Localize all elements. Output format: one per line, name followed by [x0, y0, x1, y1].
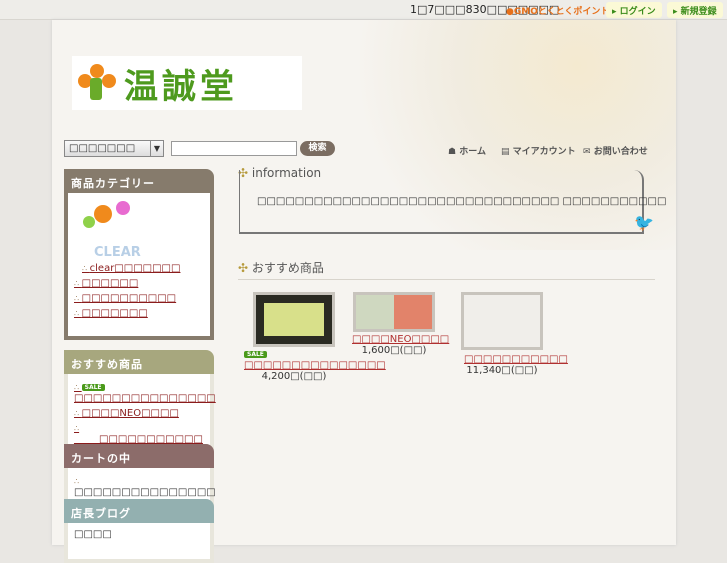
recommended-item[interactable]: SALE □□□□□□□□□□□□□□□	[74, 382, 216, 404]
product-image[interactable]	[353, 292, 435, 332]
home-icon: ☗	[448, 147, 457, 157]
recommended-item[interactable]: □□□□NEO□□□□	[74, 408, 204, 419]
product-image[interactable]	[253, 292, 335, 347]
register-button[interactable]: ▸ 新規登録	[667, 2, 723, 18]
product-image[interactable]	[461, 292, 543, 350]
product-card[interactable]: SALE □□□□□□□□□□□□□□□ 4,200□(□□)	[244, 292, 386, 382]
document-icon: ▤	[501, 147, 510, 157]
product-price: 11,340□(□□)	[466, 365, 538, 376]
blog-heading: 店長ブログ	[64, 499, 214, 523]
product-name[interactable]: □□□□□□□□□□□	[452, 354, 568, 365]
recommended-item[interactable]: _____□□□□□□□□□□□	[74, 423, 204, 445]
flower-logo-icon	[78, 64, 116, 102]
product-price: 4,200□(□□)	[261, 371, 327, 382]
blog-text: □□□□	[64, 523, 214, 563]
category-heading: 商品カテゴリー	[64, 169, 214, 193]
sale-badge: SALE	[244, 350, 267, 358]
recommended-heading: おすすめ商品	[64, 350, 214, 374]
blog-panel: 店長ブログ □□□□	[64, 499, 214, 563]
category-item[interactable]: □□□□□□□□□□	[74, 293, 204, 304]
page: 温誠堂 □□□□□□□ ▼ 検索 ☗ ホーム ▤ マイアカウント ✉ お問い合わせ…	[52, 20, 676, 563]
site-logo[interactable]: 温誠堂	[72, 56, 302, 110]
category-panel: 商品カテゴリー CLEAR clear□□□□□□□ □□□□□□ □□□□□□…	[64, 169, 214, 340]
category-item[interactable]: clear□□□□□□□	[74, 263, 204, 274]
category-select[interactable]: □□□□□□□ ▼	[64, 140, 164, 157]
category-item[interactable]: □□□□□□□	[74, 308, 204, 319]
bird-icon: 🐦	[634, 213, 654, 232]
search-button[interactable]: 検索	[300, 141, 335, 156]
nav-account[interactable]: ▤ マイアカウント	[501, 144, 576, 157]
cart-item: □□□□□□□□□□□□□□□	[74, 476, 216, 498]
chevron-down-icon: ▼	[150, 141, 163, 156]
information-text: □□□□□□□□□□□□□□□□□□□□□□□□□□□□□□□□ □□□□□□□…	[257, 196, 667, 207]
login-button[interactable]: ▸ ログイン	[606, 2, 662, 18]
gmo-point-logo[interactable]: ●GMOとくとくポイント	[506, 4, 609, 17]
product-name[interactable]: □□□□□□□□□□□□□□□	[244, 360, 386, 371]
product-price: 1,600□(□□)	[361, 345, 427, 356]
cart-heading: カートの中	[64, 444, 214, 468]
product-card[interactable]: □□□□□□□□□□□ 11,340□(□□)	[452, 292, 568, 376]
product-name[interactable]: □□□□NEO□□□□	[352, 334, 449, 345]
product-card[interactable]: □□□□NEO□□□□ 1,600□(□□)	[352, 292, 449, 356]
nav-contact[interactable]: ✉ お問い合わせ	[583, 144, 648, 157]
search-input[interactable]	[171, 141, 297, 156]
recommended-panel: おすすめ商品 SALE □□□□□□□□□□□□□□□ □□□□NEO□□□□ …	[64, 350, 216, 457]
clear-category-image[interactable]: CLEAR	[74, 197, 204, 260]
category-item[interactable]: □□□□□□	[74, 278, 204, 289]
mail-icon: ✉	[583, 147, 591, 157]
sale-badge: SALE	[81, 383, 105, 391]
nav-home[interactable]: ☗ ホーム	[448, 144, 486, 157]
top-bar: 1□7□□□830□□□□□□□ ●GMOとくとくポイント ▸ ログイン ▸ 新…	[0, 0, 727, 20]
recommended-heading-main: ✣ おすすめ商品	[238, 259, 655, 280]
